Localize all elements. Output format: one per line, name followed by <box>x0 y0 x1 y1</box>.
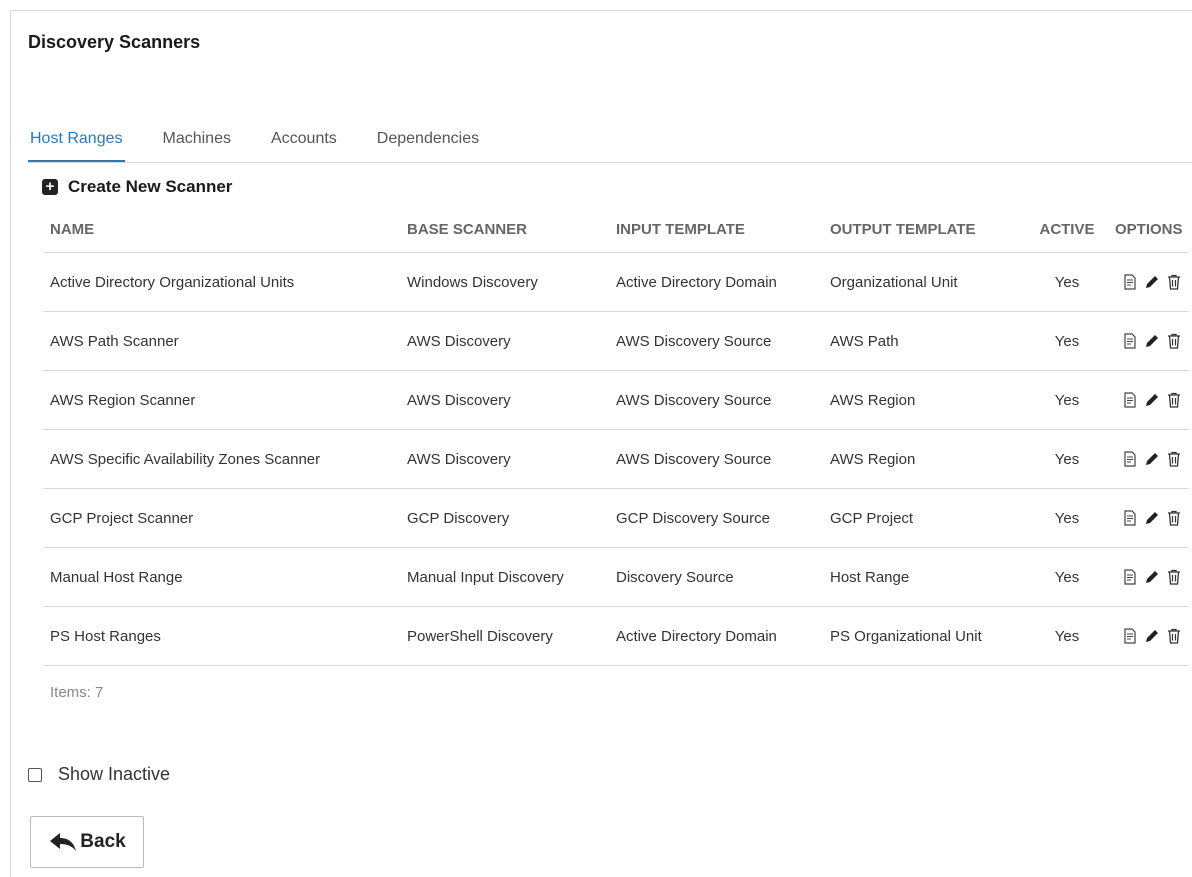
plus-square-icon: + <box>42 179 58 195</box>
name-cell: Manual Host Range <box>43 547 400 607</box>
input-template-cell: GCP Discovery Source <box>609 488 823 548</box>
name-cell: AWS Path Scanner <box>43 311 400 371</box>
col-name-header[interactable]: NAME <box>43 206 400 253</box>
output-template-cell: AWS Path <box>823 311 1026 371</box>
base-scanner-cell: AWS Discovery <box>400 311 609 371</box>
options-cell <box>1108 488 1189 548</box>
active-cell: Yes <box>1026 370 1108 430</box>
output-template-cell: Organizational Unit <box>823 252 1026 312</box>
create-new-scanner-link[interactable]: + Create New Scanner <box>42 177 232 197</box>
name-cell: AWS Specific Availability Zones Scanner <box>43 429 400 489</box>
col-output-template-header[interactable]: OUTPUT TEMPLATE <box>823 206 1026 253</box>
table-row: Manual Host Range Manual Input Discovery D… <box>43 547 1189 607</box>
name-cell: PS Host Ranges <box>43 606 400 666</box>
tab-host-ranges[interactable]: Host Ranges <box>28 128 125 162</box>
base-scanner-cell: GCP Discovery <box>400 488 609 548</box>
show-inactive-toggle[interactable]: Show Inactive <box>28 764 170 785</box>
table-row: AWS Specific Availability Zones Scanner A… <box>43 429 1189 489</box>
table-row: GCP Project Scanner GCP Discovery GCP Disc… <box>43 488 1189 548</box>
col-options-header: OPTIONS <box>1108 206 1189 253</box>
edit-pencil-icon[interactable] <box>1144 333 1160 349</box>
table-header-row: NAME BASE SCANNER INPUT TEMPLATE OUTPUT … <box>43 206 1189 253</box>
options-cell <box>1108 606 1189 666</box>
active-cell: Yes <box>1026 488 1108 548</box>
trash-icon[interactable] <box>1166 628 1182 644</box>
name-cell: AWS Region Scanner <box>43 370 400 430</box>
input-template-cell: Active Directory Domain <box>609 606 823 666</box>
tab-bar: Host Ranges Machines Accounts Dependenci… <box>28 128 1192 163</box>
view-doc-icon[interactable] <box>1122 392 1138 408</box>
options-cell <box>1108 252 1189 312</box>
trash-icon[interactable] <box>1166 392 1182 408</box>
view-doc-icon[interactable] <box>1122 569 1138 585</box>
reply-arrow-icon <box>50 833 77 851</box>
base-scanner-cell: Windows Discovery <box>400 252 609 312</box>
active-cell: Yes <box>1026 252 1108 312</box>
col-input-template-header[interactable]: INPUT TEMPLATE <box>609 206 823 253</box>
output-template-cell: AWS Region <box>823 429 1026 489</box>
output-template-cell: GCP Project <box>823 488 1026 548</box>
active-cell: Yes <box>1026 606 1108 666</box>
active-cell: Yes <box>1026 429 1108 489</box>
output-template-cell: PS Organizational Unit <box>823 606 1026 666</box>
trash-icon[interactable] <box>1166 510 1182 526</box>
base-scanner-cell: Manual Input Discovery <box>400 547 609 607</box>
view-doc-icon[interactable] <box>1122 510 1138 526</box>
edit-pencil-icon[interactable] <box>1144 569 1160 585</box>
tab-machines[interactable]: Machines <box>161 128 233 162</box>
options-cell <box>1108 311 1189 371</box>
view-doc-icon[interactable] <box>1122 274 1138 290</box>
active-cell: Yes <box>1026 311 1108 371</box>
scanners-table: NAME BASE SCANNER INPUT TEMPLATE OUTPUT … <box>43 206 1189 666</box>
show-inactive-label: Show Inactive <box>58 764 171 784</box>
view-doc-icon[interactable] <box>1122 628 1138 644</box>
edit-pencil-icon[interactable] <box>1144 628 1160 644</box>
output-template-cell: AWS Region <box>823 370 1026 430</box>
edit-pencil-icon[interactable] <box>1144 451 1160 467</box>
back-button[interactable]: Back <box>30 816 144 868</box>
base-scanner-cell: PowerShell Discovery <box>400 606 609 666</box>
tab-accounts[interactable]: Accounts <box>269 128 339 162</box>
input-template-cell: Discovery Source <box>609 547 823 607</box>
input-template-cell: AWS Discovery Source <box>609 311 823 371</box>
trash-icon[interactable] <box>1166 569 1182 585</box>
table-row: AWS Region Scanner AWS Discovery AWS Disco… <box>43 370 1189 430</box>
page-title: Discovery Scanners <box>28 32 201 52</box>
trash-icon[interactable] <box>1166 274 1182 290</box>
options-cell <box>1108 370 1189 430</box>
options-cell <box>1108 429 1189 489</box>
trash-icon[interactable] <box>1166 333 1182 349</box>
options-cell <box>1108 547 1189 607</box>
base-scanner-cell: AWS Discovery <box>400 429 609 489</box>
col-base-scanner-header[interactable]: BASE SCANNER <box>400 206 609 253</box>
show-inactive-checkbox[interactable] <box>28 767 42 782</box>
output-template-cell: Host Range <box>823 547 1026 607</box>
base-scanner-cell: AWS Discovery <box>400 370 609 430</box>
name-cell: Active Directory Organizational Units <box>43 252 400 312</box>
active-cell: Yes <box>1026 547 1108 607</box>
edit-pencil-icon[interactable] <box>1144 274 1160 290</box>
tab-dependencies[interactable]: Dependencies <box>375 128 481 162</box>
col-active-header[interactable]: ACTIVE <box>1026 206 1108 253</box>
view-doc-icon[interactable] <box>1122 333 1138 349</box>
name-cell: GCP Project Scanner <box>43 488 400 548</box>
table-row: Active Directory Organizational Units Win… <box>43 252 1189 312</box>
input-template-cell: AWS Discovery Source <box>609 370 823 430</box>
edit-pencil-icon[interactable] <box>1144 392 1160 408</box>
trash-icon[interactable] <box>1166 451 1182 467</box>
create-new-scanner-label: Create New Scanner <box>68 177 233 196</box>
input-template-cell: AWS Discovery Source <box>609 429 823 489</box>
input-template-cell: Active Directory Domain <box>609 252 823 312</box>
edit-pencil-icon[interactable] <box>1144 510 1160 526</box>
items-count: Items: 7 <box>50 684 104 701</box>
view-doc-icon[interactable] <box>1122 451 1138 467</box>
table-row: AWS Path Scanner AWS Discovery AWS Discove… <box>43 311 1189 371</box>
back-label: Back <box>80 831 126 852</box>
table-row: PS Host Ranges PowerShell Discovery Active… <box>43 606 1189 666</box>
